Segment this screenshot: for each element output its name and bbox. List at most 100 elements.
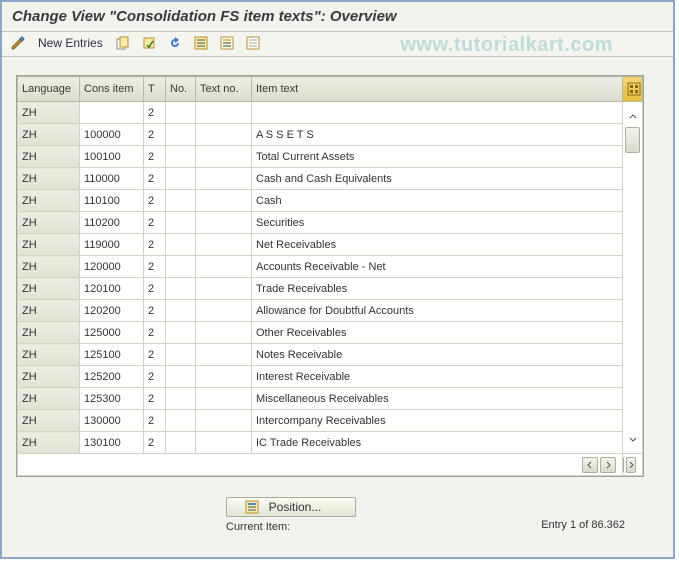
cell-no[interactable] bbox=[166, 278, 196, 300]
table-row[interactable]: ZH1190002Net Receivables bbox=[18, 234, 643, 256]
cell-no[interactable] bbox=[166, 432, 196, 454]
cell-text-no[interactable] bbox=[196, 168, 252, 190]
cell-language[interactable]: ZH bbox=[18, 190, 80, 212]
vertical-scrollbar[interactable] bbox=[623, 102, 643, 454]
cell-cons-item[interactable]: 110000 bbox=[80, 168, 144, 190]
cell-no[interactable] bbox=[166, 146, 196, 168]
cell-item-text[interactable]: Trade Receivables bbox=[252, 278, 623, 300]
col-header-text-no[interactable]: Text no. bbox=[196, 77, 252, 102]
cell-language[interactable]: ZH bbox=[18, 366, 80, 388]
deselect-all-icon[interactable] bbox=[245, 35, 261, 51]
cell-text-no[interactable] bbox=[196, 102, 252, 124]
cell-cons-item[interactable]: 125200 bbox=[80, 366, 144, 388]
cell-language[interactable]: ZH bbox=[18, 278, 80, 300]
cell-cons-item[interactable]: 120000 bbox=[80, 256, 144, 278]
cell-text-no[interactable] bbox=[196, 146, 252, 168]
cell-text-no[interactable] bbox=[196, 234, 252, 256]
cell-no[interactable] bbox=[166, 234, 196, 256]
cell-item-text[interactable]: Allowance for Doubtful Accounts bbox=[252, 300, 623, 322]
cell-item-text[interactable]: Cash bbox=[252, 190, 623, 212]
table-row[interactable]: ZH1200002Accounts Receivable - Net bbox=[18, 256, 643, 278]
toggle-display-change-icon[interactable] bbox=[10, 35, 26, 51]
cell-no[interactable] bbox=[166, 168, 196, 190]
col-header-t[interactable]: T bbox=[144, 77, 166, 102]
cell-item-text[interactable]: Interest Receivable bbox=[252, 366, 623, 388]
cell-text-no[interactable] bbox=[196, 256, 252, 278]
cell-text-no[interactable] bbox=[196, 190, 252, 212]
cell-text-no[interactable] bbox=[196, 366, 252, 388]
table-row[interactable]: ZH1102002Securities bbox=[18, 212, 643, 234]
cell-text-no[interactable] bbox=[196, 410, 252, 432]
position-button[interactable]: Position... bbox=[226, 497, 356, 517]
col-header-item-text[interactable]: Item text bbox=[252, 77, 623, 102]
cell-t[interactable]: 2 bbox=[144, 300, 166, 322]
scroll-thumb[interactable] bbox=[625, 127, 640, 153]
cell-item-text[interactable]: Cash and Cash Equivalents bbox=[252, 168, 623, 190]
cell-language[interactable]: ZH bbox=[18, 300, 80, 322]
cell-cons-item[interactable]: 125000 bbox=[80, 322, 144, 344]
cell-no[interactable] bbox=[166, 124, 196, 146]
cell-cons-item[interactable]: 120200 bbox=[80, 300, 144, 322]
cell-no[interactable] bbox=[166, 344, 196, 366]
table-row[interactable]: ZH1300002Intercompany Receivables bbox=[18, 410, 643, 432]
horizontal-scrollbar-2[interactable] bbox=[627, 457, 638, 473]
cell-t[interactable]: 2 bbox=[144, 212, 166, 234]
col-header-cons-item[interactable]: Cons item bbox=[80, 77, 144, 102]
scroll-left-icon[interactable] bbox=[623, 457, 625, 473]
cell-t[interactable]: 2 bbox=[144, 256, 166, 278]
cell-language[interactable]: ZH bbox=[18, 234, 80, 256]
cell-no[interactable] bbox=[166, 212, 196, 234]
cell-item-text[interactable]: Other Receivables bbox=[252, 322, 623, 344]
select-all-icon[interactable] bbox=[193, 35, 209, 51]
cell-cons-item[interactable] bbox=[80, 102, 144, 124]
cell-item-text[interactable]: IC Trade Receivables bbox=[252, 432, 623, 454]
cell-language[interactable]: ZH bbox=[18, 344, 80, 366]
cell-cons-item[interactable]: 120100 bbox=[80, 278, 144, 300]
table-row[interactable]: ZH 2 bbox=[18, 102, 643, 124]
cell-t[interactable]: 2 bbox=[144, 234, 166, 256]
cell-language[interactable]: ZH bbox=[18, 102, 80, 124]
cell-language[interactable]: ZH bbox=[18, 410, 80, 432]
cell-cons-item[interactable]: 100100 bbox=[80, 146, 144, 168]
cell-item-text[interactable]: Net Receivables bbox=[252, 234, 623, 256]
cell-language[interactable]: ZH bbox=[18, 322, 80, 344]
cell-item-text[interactable]: Miscellaneous Receivables bbox=[252, 388, 623, 410]
delete-icon[interactable] bbox=[141, 35, 157, 51]
cell-text-no[interactable] bbox=[196, 388, 252, 410]
table-row[interactable]: ZH1202002 Allowance for Doubtful Accounts bbox=[18, 300, 643, 322]
cell-t[interactable]: 2 bbox=[144, 344, 166, 366]
cell-item-text[interactable]: Accounts Receivable - Net bbox=[252, 256, 623, 278]
cell-item-text[interactable]: Intercompany Receivables bbox=[252, 410, 623, 432]
cell-t[interactable]: 2 bbox=[144, 432, 166, 454]
cell-t[interactable]: 2 bbox=[144, 278, 166, 300]
cell-text-no[interactable] bbox=[196, 322, 252, 344]
cell-text-no[interactable] bbox=[196, 432, 252, 454]
cell-language[interactable]: ZH bbox=[18, 388, 80, 410]
col-header-no[interactable]: No. bbox=[166, 77, 196, 102]
table-row[interactable]: ZH1250002Other Receivables bbox=[18, 322, 643, 344]
cell-language[interactable]: ZH bbox=[18, 124, 80, 146]
table-row[interactable]: ZH1301002IC Trade Receivables bbox=[18, 432, 643, 454]
cell-language[interactable]: ZH bbox=[18, 168, 80, 190]
undo-change-icon[interactable] bbox=[167, 35, 183, 51]
scroll-up-icon[interactable] bbox=[623, 109, 642, 125]
cell-no[interactable] bbox=[166, 102, 196, 124]
table-row[interactable]: ZH1000002A S S E T S bbox=[18, 124, 643, 146]
cell-item-text[interactable]: Total Current Assets bbox=[252, 146, 623, 168]
horizontal-scrollbar[interactable] bbox=[256, 457, 619, 473]
new-entries-button[interactable]: New Entries bbox=[36, 36, 105, 50]
cell-cons-item[interactable]: 130100 bbox=[80, 432, 144, 454]
scroll-right-icon[interactable] bbox=[600, 457, 616, 473]
cell-t[interactable]: 2 bbox=[144, 102, 166, 124]
cell-no[interactable] bbox=[166, 256, 196, 278]
cell-no[interactable] bbox=[166, 190, 196, 212]
cell-item-text[interactable] bbox=[252, 102, 623, 124]
col-header-language[interactable]: Language bbox=[18, 77, 80, 102]
cell-item-text[interactable]: A S S E T S bbox=[252, 124, 623, 146]
table-row[interactable]: ZH1252002Interest Receivable bbox=[18, 366, 643, 388]
cell-text-no[interactable] bbox=[196, 300, 252, 322]
cell-no[interactable] bbox=[166, 388, 196, 410]
table-row[interactable]: ZH1101002Cash bbox=[18, 190, 643, 212]
cell-cons-item[interactable]: 110100 bbox=[80, 190, 144, 212]
cell-item-text[interactable]: Securities bbox=[252, 212, 623, 234]
